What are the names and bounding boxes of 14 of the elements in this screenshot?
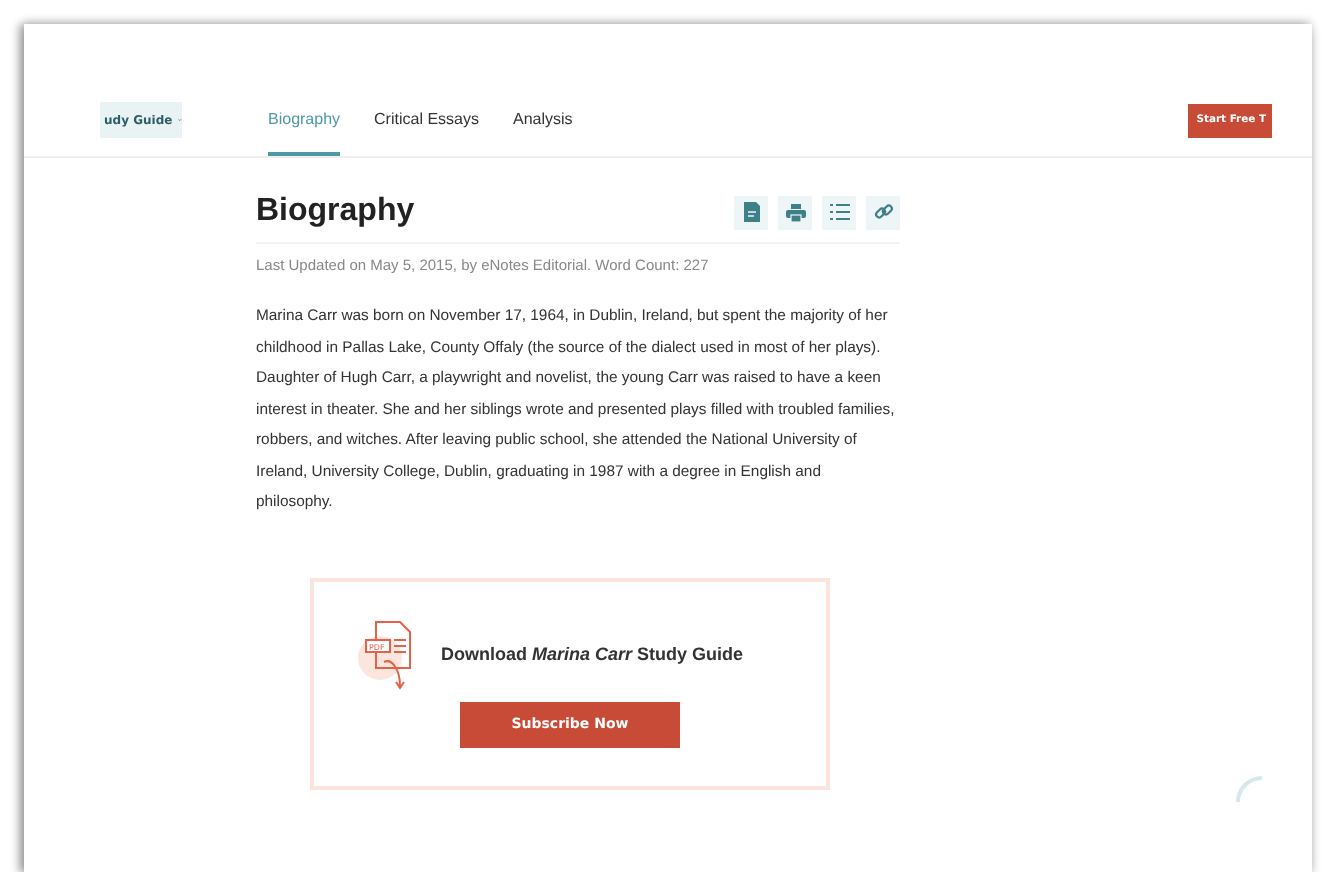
nav-tab[interactable]: Critical Essays <box>374 84 479 156</box>
print-button[interactable] <box>778 195 812 229</box>
document-icon <box>743 202 759 222</box>
list-button[interactable] <box>822 195 856 229</box>
link-icon <box>873 202 893 222</box>
nav-tab[interactable]: Biography <box>268 84 341 156</box>
link-button[interactable] <box>866 195 900 229</box>
article-title: Biography <box>256 194 415 230</box>
document-button[interactable] <box>734 195 768 229</box>
promo-heading: Download Marina Carr Study Guide <box>440 643 744 663</box>
print-icon <box>785 203 805 221</box>
loading-spinner-icon <box>1236 776 1264 804</box>
list-icon <box>829 202 849 222</box>
nav-tab[interactable]: Analysis <box>512 84 573 156</box>
